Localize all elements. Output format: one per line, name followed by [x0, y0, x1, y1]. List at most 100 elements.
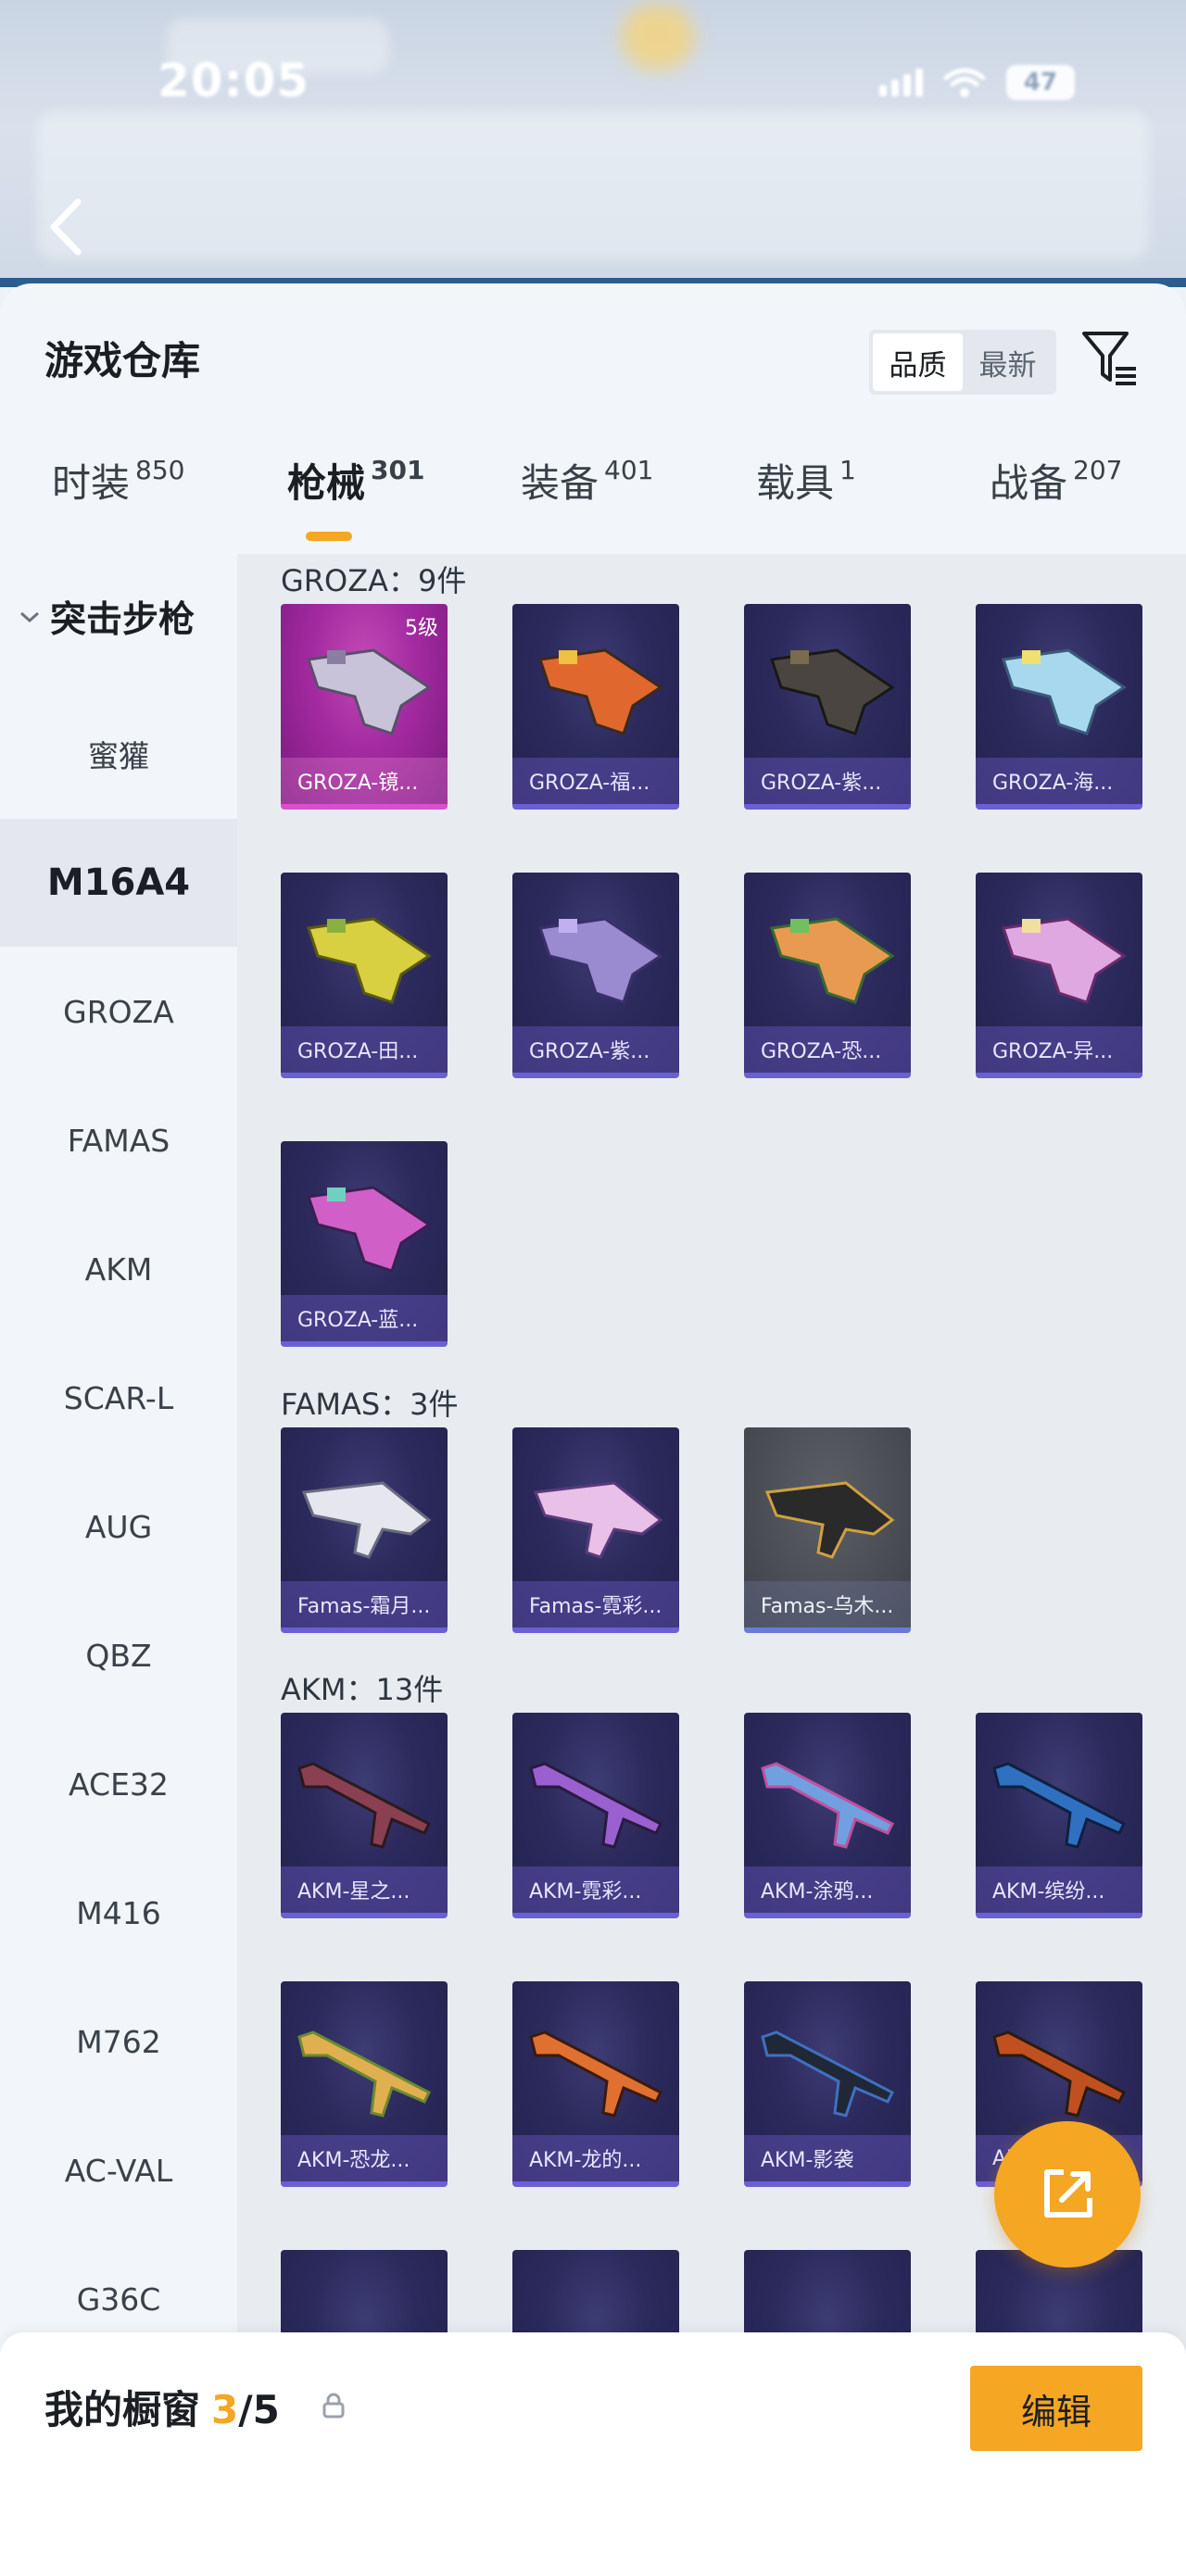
gun-skin-icon: [764, 1481, 895, 1559]
gun-skin-icon: [307, 1186, 432, 1273]
sidebar-item-ac-val[interactable]: AC-VAL: [0, 2106, 237, 2234]
skin-name: Famas-霜月...: [281, 1581, 448, 1627]
sidebar-item-qbz[interactable]: QBZ: [0, 1591, 237, 1719]
lock-icon: [322, 2393, 345, 2419]
tab-equipment[interactable]: 装备 401: [521, 452, 653, 509]
skin-name: GROZA-田...: [281, 1026, 448, 1073]
gun-skin-icon: [297, 1762, 432, 1849]
tab-fashion[interactable]: 时装 850: [52, 452, 184, 509]
sidebar-item-groza[interactable]: GROZA: [0, 948, 237, 1075]
showcase-bar: 我的橱窗 3 /5 编辑: [0, 2332, 1186, 2576]
skin-name: GROZA-镜...: [281, 758, 448, 804]
skin-name: GROZA-福...: [512, 758, 679, 804]
sidebar-group-assault-rifles[interactable]: 突击步枪: [19, 591, 195, 643]
wifi-icon: [943, 68, 986, 97]
gun-skin-icon: [538, 648, 663, 735]
showcase-label: 我的橱窗 3 /5: [44, 2379, 280, 2435]
sort-option-newest[interactable]: 最新: [963, 333, 1053, 391]
share-button[interactable]: [994, 2121, 1141, 2268]
skin-card[interactable]: GROZA-福...: [512, 604, 679, 810]
sidebar-item-famas[interactable]: FAMAS: [0, 1076, 237, 1204]
sidebar-group-label: 突击步枪: [50, 599, 196, 641]
tab-vehicles[interactable]: 载具 1: [756, 452, 856, 509]
sort-toggle[interactable]: 品质 最新: [869, 330, 1056, 395]
skin-card[interactable]: AKM-霓彩...: [512, 1713, 679, 1918]
gun-skin-icon: [1002, 917, 1127, 1004]
skin-card[interactable]: AKM-恐龙...: [281, 1981, 448, 2187]
skin-card[interactable]: GROZA-紫...: [744, 604, 911, 810]
back-arrow-icon[interactable]: [43, 195, 89, 259]
skin-card[interactable]: GROZA-蓝...: [281, 1141, 448, 1347]
blurred-background-decor: [0, 0, 1186, 287]
showcase-total-count: /5: [238, 2387, 280, 2432]
tab-guns[interactable]: 枪械 301: [287, 452, 424, 509]
level-badge: 5级: [405, 617, 438, 640]
skin-card[interactable]: 5级 GROZA-镜...: [281, 604, 448, 810]
section-title-groza: GROZA：9件: [281, 563, 467, 598]
gun-skin-icon: [1002, 648, 1127, 735]
gun-skin-icon: [529, 1762, 663, 1849]
weapon-sidebar: 突击步枪 蜜獾 M16A4 GROZA FAMAS AKM SCAR-L AUG…: [0, 554, 237, 2576]
gun-skin-icon: [529, 2030, 663, 2117]
skin-name: AKM-影袭: [744, 2135, 911, 2181]
skin-name: GROZA-紫...: [744, 758, 911, 804]
edit-button[interactable]: 编辑: [970, 2366, 1142, 2451]
tab-supplies[interactable]: 战备 207: [990, 452, 1122, 509]
skin-card[interactable]: AKM-缤纷...: [976, 1713, 1142, 1918]
skin-name: GROZA-海...: [976, 758, 1142, 804]
sidebar-item-ace32[interactable]: ACE32: [0, 1720, 237, 1848]
sidebar-item-akm[interactable]: AKM: [0, 1205, 237, 1333]
gun-skin-icon: [770, 648, 895, 735]
blurred-flame-icon: [621, 5, 695, 69]
skin-name: GROZA-蓝...: [281, 1295, 448, 1341]
skin-card[interactable]: Famas-霜月...: [281, 1427, 448, 1633]
sidebar-item-m16a4[interactable]: M16A4: [0, 819, 237, 947]
skin-name: AKM-涂鸦...: [744, 1866, 911, 1913]
skin-card[interactable]: AKM-影袭: [744, 1981, 911, 2187]
gun-skin-icon: [538, 917, 663, 1004]
status-time: 20:05: [158, 54, 310, 107]
sidebar-item-m762[interactable]: M762: [0, 1978, 237, 2105]
sidebar-item-honey-badger[interactable]: 蜜獾: [0, 690, 237, 818]
skin-name: AKM-龙的...: [512, 2135, 679, 2181]
skin-card[interactable]: GROZA-恐...: [744, 873, 911, 1078]
skin-card[interactable]: Famas-乌木...: [744, 1427, 911, 1633]
skin-name: AKM-霓彩...: [512, 1866, 679, 1913]
gun-skin-icon: [770, 917, 895, 1004]
skin-card[interactable]: GROZA-海...: [976, 604, 1142, 810]
gun-skin-icon: [992, 1762, 1127, 1849]
showcase-title: 我的橱窗: [44, 2387, 201, 2432]
skin-card[interactable]: Famas-霓彩...: [512, 1427, 679, 1633]
signal-icon: [879, 69, 923, 96]
weapon-grid: GROZA：9件 5级 GROZA-镜... GROZA-福... GROZA-…: [237, 554, 1186, 2576]
showcase-current-count: 3: [211, 2387, 239, 2432]
skin-name: AKM-缤纷...: [976, 1866, 1142, 1913]
gun-skin-icon: [307, 648, 432, 735]
skin-name: Famas-乌木...: [744, 1581, 911, 1627]
sidebar-item-m416[interactable]: M416: [0, 1849, 237, 1977]
skin-card[interactable]: GROZA-田...: [281, 873, 448, 1078]
skin-name: AKM-恐龙...: [281, 2135, 448, 2181]
sidebar-item-scar-l[interactable]: SCAR-L: [0, 1334, 237, 1462]
gun-skin-icon: [761, 2030, 895, 2117]
battery-icon: 47: [1006, 65, 1075, 100]
skin-card[interactable]: GROZA-异...: [976, 873, 1142, 1078]
skin-card[interactable]: GROZA-紫...: [512, 873, 679, 1078]
gun-skin-icon: [761, 1762, 895, 1849]
skin-name: Famas-霓彩...: [512, 1581, 679, 1627]
skin-name: AKM-星之...: [281, 1866, 448, 1913]
sort-option-quality[interactable]: 品质: [873, 333, 963, 391]
skin-card[interactable]: AKM-龙的...: [512, 1981, 679, 2187]
sidebar-item-aug[interactable]: AUG: [0, 1463, 237, 1590]
gun-skin-icon: [533, 1481, 663, 1559]
skin-card[interactable]: AKM-星之...: [281, 1713, 448, 1918]
gun-skin-icon: [301, 1481, 432, 1559]
skin-card[interactable]: AKM-涂鸦...: [744, 1713, 911, 1918]
section-title-famas: FAMAS：3件: [281, 1387, 459, 1422]
share-icon: [1044, 2169, 1092, 2218]
gun-skin-icon: [992, 2030, 1127, 2117]
status-icons: 47: [879, 65, 1075, 100]
section-title-akm: AKM：13件: [281, 1672, 444, 1707]
filter-icon[interactable]: [1080, 328, 1140, 389]
skin-name: GROZA-恐...: [744, 1026, 911, 1073]
